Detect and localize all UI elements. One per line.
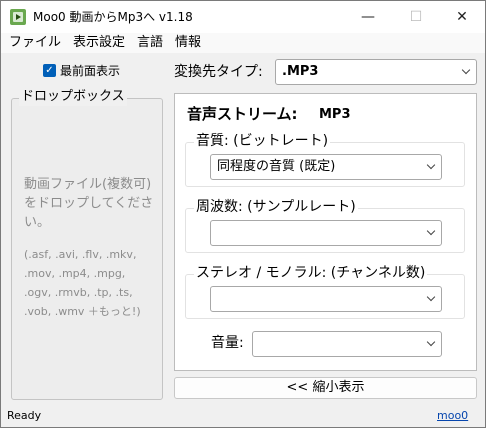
app-window: Moo0 動画からMp3へ v1.18 — ☐ ✕ ファイル 表示設定 言語 情… xyxy=(0,0,486,428)
audio-stream-format: MP3 xyxy=(319,107,351,122)
channels-label: ステレオ / モノラル: (チャンネル数) xyxy=(194,264,428,282)
channels-group: ステレオ / モノラル: (チャンネル数) xyxy=(185,264,465,319)
conversion-type-select[interactable]: .MP3 xyxy=(275,59,477,85)
moo0-link[interactable]: moo0 xyxy=(437,409,468,423)
conversion-type-label: 変換先タイプ: xyxy=(174,64,263,80)
menu-info[interactable]: 情報 xyxy=(175,35,201,51)
close-button[interactable]: ✕ xyxy=(439,1,485,33)
quality-select[interactable]: 同程度の音質 (既定) xyxy=(210,154,442,180)
drop-box-extensions: (.asf, .avi, .flv, .mkv, .mov, .mp4, .mp… xyxy=(24,248,141,318)
title-bar[interactable]: Moo0 動画からMp3へ v1.18 — ☐ ✕ xyxy=(1,1,485,33)
audio-stream-panel: 音声ストリーム: MP3 音質: (ビットレート) 同程度の音質 (既定) 周波… xyxy=(174,93,477,371)
chevron-down-icon xyxy=(426,160,436,170)
drop-box-title: ドロップボックス xyxy=(19,88,127,106)
chevron-down-icon xyxy=(426,337,436,347)
quality-value: 同程度の音質 (既定) xyxy=(217,159,336,174)
volume-label: 音量: xyxy=(211,335,244,351)
shrink-view-button[interactable]: << 縮小表示 xyxy=(174,377,477,399)
always-on-top-label: 最前面表示 xyxy=(60,64,121,78)
channels-select[interactable] xyxy=(210,286,442,312)
frequency-select[interactable] xyxy=(210,220,442,246)
volume-select[interactable] xyxy=(252,331,442,357)
always-on-top-checkbox[interactable]: ✓ xyxy=(43,64,56,77)
audio-stream-heading: 音声ストリーム: xyxy=(187,105,298,123)
quality-group: 音質: (ビットレート) 同程度の音質 (既定) xyxy=(185,132,465,187)
menu-file[interactable]: ファイル xyxy=(9,35,61,51)
drop-box-message: 動画ファイル(複数可)をドロップしてください。 xyxy=(24,177,154,230)
frequency-group: 周波数: (サンプルレート) xyxy=(185,198,465,253)
conversion-type-value: .MP3 xyxy=(282,64,319,79)
minimize-button[interactable]: — xyxy=(345,1,391,33)
chevron-down-icon xyxy=(426,292,436,302)
chevron-down-icon xyxy=(461,65,471,75)
frequency-label: 周波数: (サンプルレート) xyxy=(194,198,358,216)
menu-bar: ファイル 表示設定 言語 情報 xyxy=(1,33,485,53)
window-title: Moo0 動画からMp3へ v1.18 xyxy=(33,10,193,24)
status-text: Ready xyxy=(7,409,42,422)
maximize-button[interactable]: ☐ xyxy=(393,1,439,33)
quality-label: 音質: (ビットレート) xyxy=(194,132,331,150)
status-bar: Ready moo0 xyxy=(1,405,485,427)
chevron-down-icon xyxy=(426,226,436,236)
menu-view-settings[interactable]: 表示設定 xyxy=(73,35,125,51)
app-icon xyxy=(10,9,26,25)
drop-box[interactable]: ドロップボックス 動画ファイル(複数可)をドロップしてください。 (.asf, … xyxy=(11,88,163,400)
menu-language[interactable]: 言語 xyxy=(137,35,163,51)
